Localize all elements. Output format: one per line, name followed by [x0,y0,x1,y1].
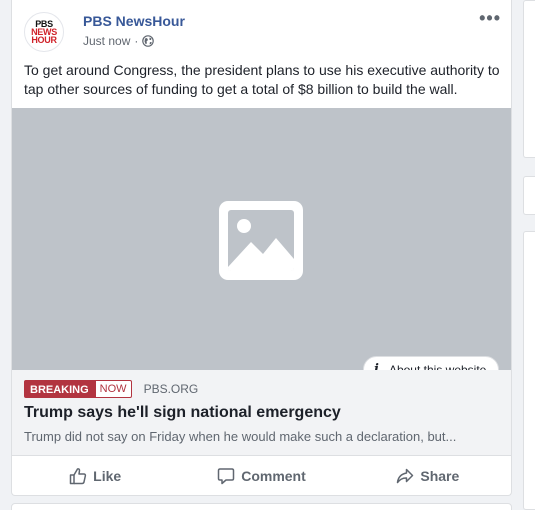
link-description: Trump did not say on Friday when he woul… [24,429,457,444]
right-card-3 [523,231,535,510]
link-image[interactable]: i About this website [12,108,511,383]
link-title[interactable]: Trump says he'll sign national emergency [24,404,341,422]
comment-icon [217,468,235,485]
post-header: PBS NEWS HOUR PBS NewsHour Just now · ••… [24,9,501,52]
page-logo-avatar[interactable]: PBS NEWS HOUR [24,12,64,52]
more-options-button[interactable]: ••• [479,9,501,27]
share-button[interactable]: Share [345,458,511,494]
post-actions: Like Comment Share [12,458,511,494]
link-tags: BREAKING NOW PBS.ORG [24,380,198,398]
post-message: To get around Congress, the president pl… [24,62,500,97]
meta-separator: · [134,34,139,48]
now-tag: NOW [94,380,132,398]
like-label: Like [93,468,122,484]
link-domain: PBS.ORG [143,382,199,396]
like-button[interactable]: Like [12,458,178,494]
link-preview[interactable]: BREAKING NOW PBS.ORG Trump says he'll si… [12,370,511,456]
post-timestamp[interactable]: Just now [83,34,130,48]
right-card-1 [523,0,535,158]
logo-line-hour: HOUR [31,35,57,45]
news-feed-post: PBS NEWS HOUR PBS NewsHour Just now · ••… [11,0,512,496]
next-post-card [11,503,512,510]
page-name-link[interactable]: PBS NewsHour [83,13,185,29]
breaking-tag: BREAKING [24,380,95,398]
globe-icon[interactable] [142,35,155,47]
right-card-2 [523,176,535,215]
image-placeholder-icon [219,201,303,280]
comment-button[interactable]: Comment [178,458,344,494]
share-label: Share [420,468,460,484]
thumbs-up-icon [69,468,87,485]
share-icon [397,468,414,484]
comment-label: Comment [241,468,306,484]
post-meta: Just now · [83,34,155,48]
